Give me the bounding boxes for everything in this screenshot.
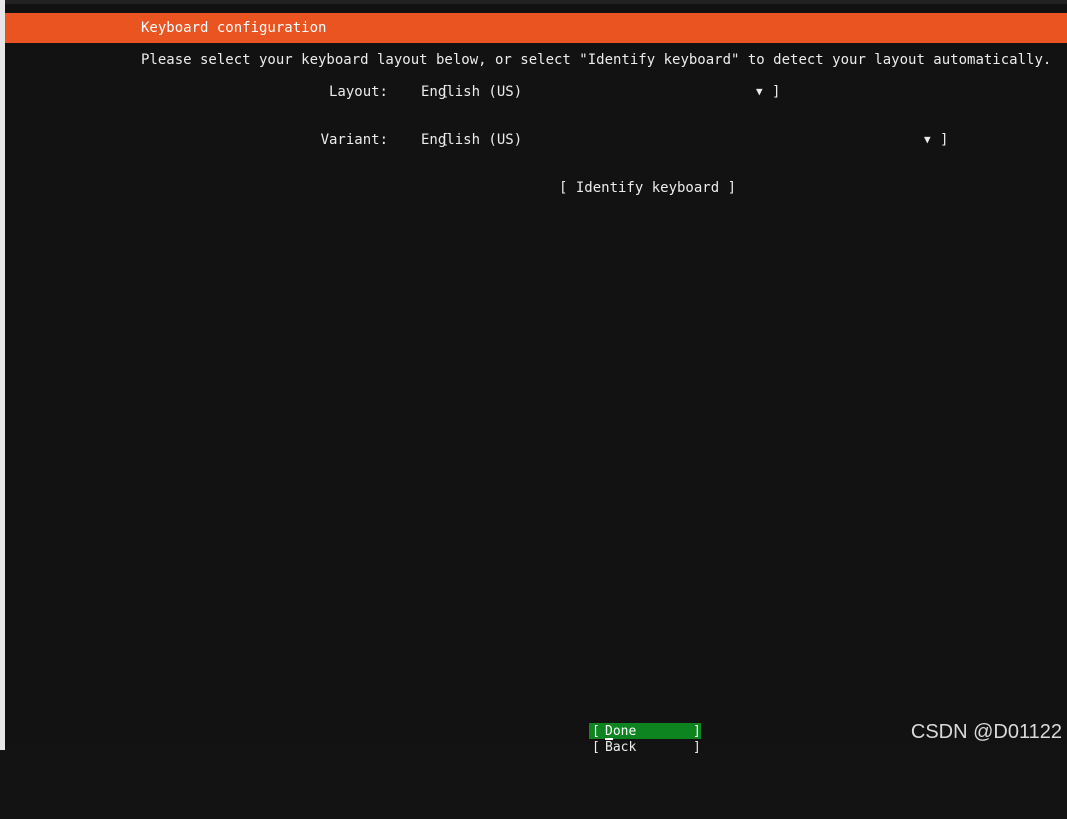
back-button[interactable]: [ Back ] [589, 740, 701, 755]
top-border [5, 0, 1067, 4]
done-button[interactable]: [ Done ] [589, 723, 701, 740]
identify-keyboard-button[interactable]: [ Identify keyboard ] [559, 179, 736, 197]
back-label: Back [605, 740, 637, 755]
bracket-left: [ [592, 740, 600, 755]
variant-select[interactable]: [ English (US) ▼ ] [407, 131, 952, 149]
bracket-right: ] [772, 84, 781, 100]
instruction-text: Please select your keyboard layout below… [141, 52, 1052, 68]
bracket-left: [ [592, 724, 600, 739]
watermark: CSDN @D01122 [910, 721, 1062, 743]
layout-select[interactable]: [ English (US) ▼ ] [407, 83, 782, 101]
bracket-right: ] [940, 132, 949, 148]
bracket-right: ] [693, 740, 701, 755]
page-title: Keyboard configuration [141, 20, 327, 36]
layout-value: English (US) [421, 84, 523, 100]
layout-label: Layout: [328, 84, 388, 100]
window-edge [0, 0, 5, 750]
installer-screen: Keyboard configuration Please select you… [0, 0, 1067, 755]
variant-label: Variant: [320, 132, 388, 148]
bracket-right: ] [693, 724, 701, 739]
dropdown-arrow-icon: ▼ [756, 85, 763, 98]
header-bar: Keyboard configuration [5, 13, 1067, 43]
variant-value: English (US) [421, 132, 523, 148]
dropdown-arrow-icon: ▼ [924, 133, 931, 146]
